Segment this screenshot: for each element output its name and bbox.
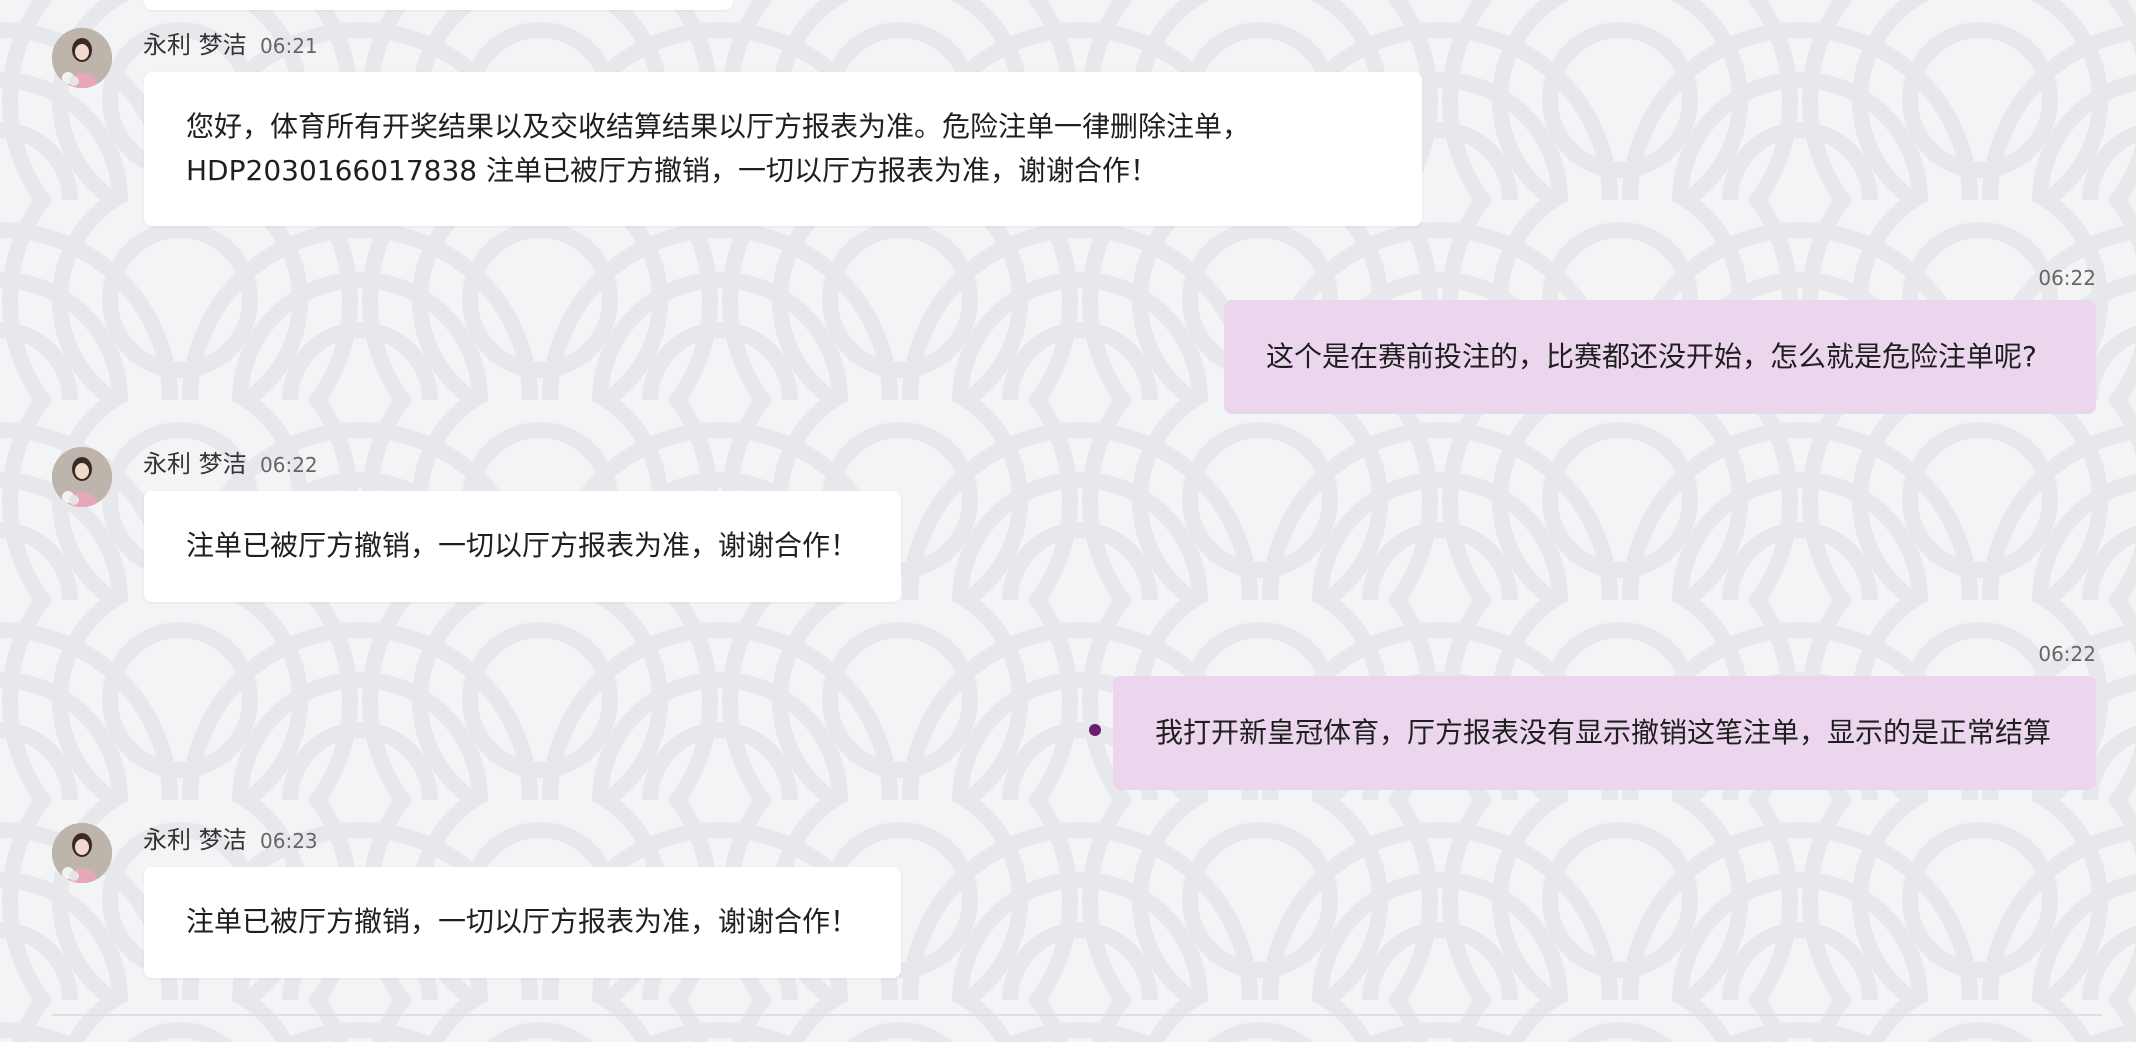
- message-time: 06:22: [2038, 266, 2096, 290]
- message-text: 注单已被厅方撤销，一切以厅方报表为准，谢谢合作！: [186, 529, 859, 562]
- chat-message-list[interactable]: 永利 梦洁 06:21 您好，体育所有开奖结果以及交收结算结果以厅方报表为准。危…: [0, 0, 2136, 1042]
- agent-avatar[interactable]: [52, 823, 112, 883]
- incoming-message-bubble[interactable]: 注单已被厅方撤销，一切以厅方报表为准，谢谢合作！: [144, 491, 901, 602]
- message-time: 06:22: [260, 453, 318, 477]
- message-text: 注单已被厅方撤销，一切以厅方报表为准，谢谢合作！: [186, 905, 859, 938]
- incoming-message-bubble[interactable]: 注单已被厅方撤销，一切以厅方报表为准，谢谢合作！: [144, 867, 901, 978]
- message-text: 您好，体育所有开奖结果以及交收结算结果以厅方报表为准。危险注单一律删除注单， H…: [186, 110, 1251, 187]
- message-time: 06:23: [260, 829, 318, 853]
- sender-name: 永利 梦洁: [143, 31, 247, 59]
- avatar-photo-icon: [52, 447, 112, 507]
- message-text: 我打开新皇冠体育，厅方报表没有显示撤销这笔注单，显示的是正常结算: [1155, 716, 2052, 749]
- message-text: 这个是在赛前投注的，比赛都还没开始，怎么就是危险注单呢?: [1266, 340, 2037, 373]
- incoming-message-bubble[interactable]: 您好，体育所有开奖结果以及交收结算结果以厅方报表为准。危险注单一律删除注单， H…: [144, 72, 1422, 226]
- message-time: 06:22: [2038, 642, 2096, 666]
- previous-message-bubble-fragment: [144, 0, 733, 10]
- avatar-photo-icon: [52, 823, 112, 883]
- agent-avatar[interactable]: [52, 447, 112, 507]
- message-time: 06:21: [260, 34, 318, 58]
- outgoing-message-bubble[interactable]: 我打开新皇冠体育，厅方报表没有显示撤销这笔注单，显示的是正常结算: [1113, 676, 2096, 790]
- avatar-photo-icon: [52, 28, 112, 88]
- input-area-divider: [52, 1014, 2102, 1016]
- agent-avatar[interactable]: [52, 28, 112, 88]
- outgoing-message-bubble[interactable]: 这个是在赛前投注的，比赛都还没开始，怎么就是危险注单呢?: [1224, 300, 2096, 414]
- sender-name: 永利 梦洁: [143, 450, 247, 478]
- unread-dot-icon: [1089, 724, 1101, 736]
- sender-name: 永利 梦洁: [143, 826, 247, 854]
